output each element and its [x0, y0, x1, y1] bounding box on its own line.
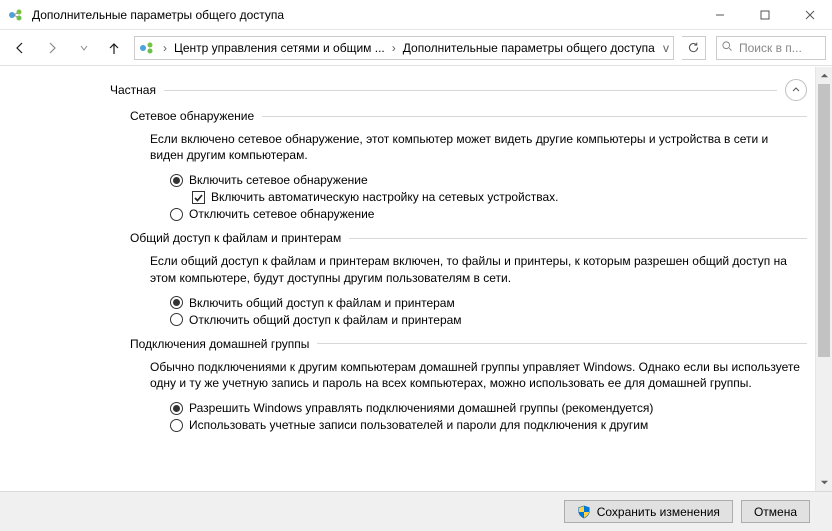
chevron-right-icon[interactable]: › [390, 41, 398, 55]
radio-icon [170, 419, 183, 432]
search-input[interactable] [737, 40, 821, 56]
footer: Сохранить изменения Отмена [0, 491, 832, 531]
save-button[interactable]: Сохранить изменения [564, 500, 733, 523]
scroll-down-button[interactable] [816, 474, 832, 491]
section-description: Если общий доступ к файлам и принтерам в… [150, 253, 803, 285]
radio-icon [170, 174, 183, 187]
titlebar: Дополнительные параметры общего доступа [0, 0, 832, 30]
forward-button[interactable] [38, 35, 66, 61]
app-icon [8, 7, 24, 23]
option-label: Включить общий доступ к файлам и принтер… [189, 296, 455, 310]
radio-sharing-on[interactable]: Включить общий доступ к файлам и принтер… [170, 296, 807, 310]
divider [317, 343, 807, 344]
minimize-button[interactable] [697, 0, 742, 29]
navbar: › Центр управления сетями и общим ... › … [0, 30, 832, 66]
divider [349, 238, 807, 239]
address-dropdown[interactable]: v [663, 41, 669, 55]
scroll-thumb[interactable] [818, 84, 830, 357]
search-icon [721, 40, 733, 55]
section-network-discovery: Сетевое обнаружение Если включено сетево… [130, 109, 807, 221]
window-title: Дополнительные параметры общего доступа [32, 8, 697, 22]
refresh-button[interactable] [682, 36, 706, 60]
cancel-button[interactable]: Отмена [741, 500, 810, 523]
scroll-up-button[interactable] [816, 67, 832, 84]
back-button[interactable] [6, 35, 34, 61]
radio-icon [170, 313, 183, 326]
radio-discovery-on[interactable]: Включить сетевое обнаружение [170, 173, 807, 187]
section-title: Подключения домашней группы [130, 337, 309, 351]
maximize-button[interactable] [742, 0, 787, 29]
option-label: Разрешить Windows управлять подключениям… [189, 401, 653, 415]
section-homegroup: Подключения домашней группы Обычно подкл… [130, 337, 807, 432]
profile-name: Частная [110, 83, 156, 97]
radio-icon [170, 402, 183, 415]
section-file-sharing: Общий доступ к файлам и принтерам Если о… [130, 231, 807, 326]
divider [262, 116, 807, 117]
collapse-button[interactable] [785, 79, 807, 101]
breadcrumb-item[interactable]: Дополнительные параметры общего доступа [400, 41, 658, 55]
radio-icon [170, 208, 183, 221]
section-description: Если включено сетевое обнаружение, этот … [150, 131, 803, 163]
checkbox-icon [192, 191, 205, 204]
section-title: Сетевое обнаружение [130, 109, 254, 123]
network-icon [139, 40, 155, 56]
up-button[interactable] [102, 35, 126, 61]
option-label: Включить сетевое обнаружение [189, 173, 368, 187]
radio-discovery-off[interactable]: Отключить сетевое обнаружение [170, 207, 807, 221]
search-box[interactable] [716, 36, 826, 60]
address-bar[interactable]: › Центр управления сетями и общим ... › … [134, 36, 674, 60]
section-description: Обычно подключениями к другим компьютера… [150, 359, 803, 391]
section-title: Общий доступ к файлам и принтерам [130, 231, 341, 245]
close-button[interactable] [787, 0, 832, 29]
radio-sharing-off[interactable]: Отключить общий доступ к файлам и принте… [170, 313, 807, 327]
scroll-track[interactable] [816, 84, 832, 474]
chevron-right-icon[interactable]: › [161, 41, 169, 55]
divider [164, 90, 777, 91]
shield-icon [577, 505, 591, 519]
button-label: Сохранить изменения [597, 505, 720, 519]
option-label: Использовать учетные записи пользователе… [189, 418, 648, 432]
option-label: Отключить общий доступ к файлам и принте… [189, 313, 462, 327]
breadcrumb-item[interactable]: Центр управления сетями и общим ... [171, 41, 388, 55]
button-label: Отмена [754, 505, 797, 519]
checkbox-auto-setup[interactable]: Включить автоматическую настройку на сет… [192, 190, 807, 204]
option-label: Включить автоматическую настройку на сет… [211, 190, 559, 204]
recent-dropdown[interactable] [70, 35, 98, 61]
vertical-scrollbar[interactable] [815, 67, 832, 491]
option-label: Отключить сетевое обнаружение [189, 207, 374, 221]
profile-header[interactable]: Частная [110, 79, 807, 101]
radio-homegroup-windows[interactable]: Разрешить Windows управлять подключениям… [170, 401, 807, 415]
radio-icon [170, 296, 183, 309]
radio-homegroup-user[interactable]: Использовать учетные записи пользователе… [170, 418, 807, 432]
